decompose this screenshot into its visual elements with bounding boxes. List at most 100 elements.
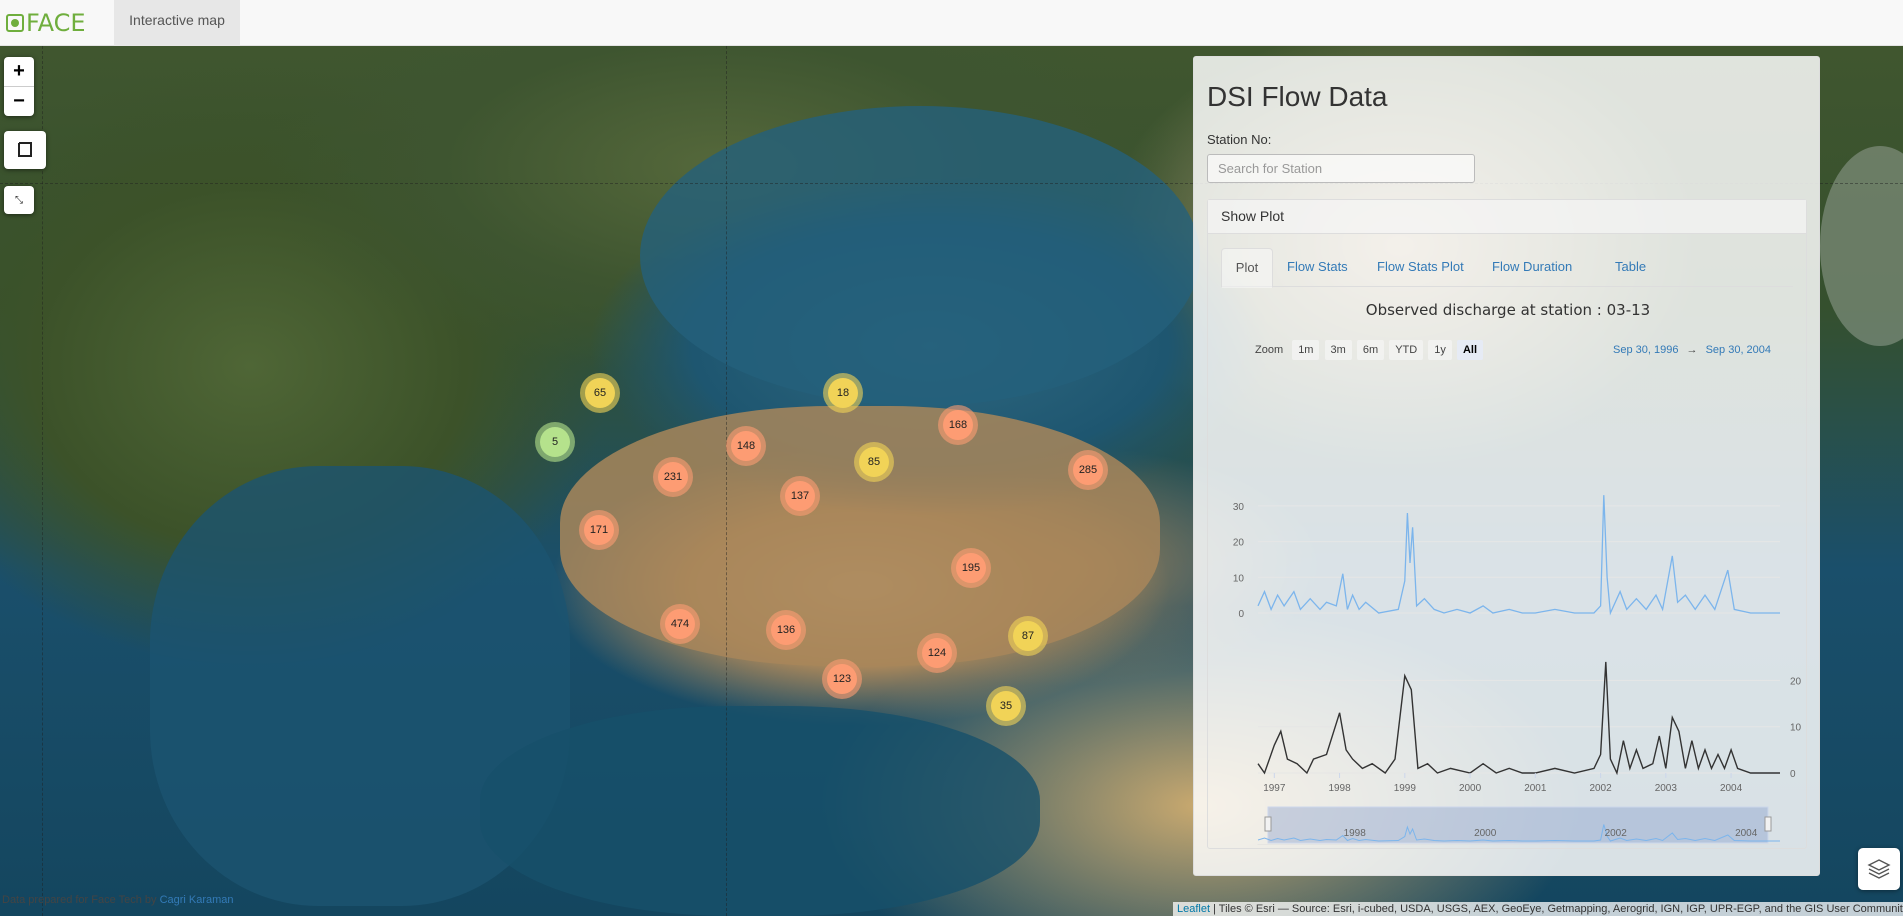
range-button-ytd[interactable]: YTD xyxy=(1389,340,1424,360)
marker-cluster[interactable]: 65 xyxy=(580,373,620,413)
y-tick-label: 20 xyxy=(1233,538,1245,549)
zoom-control: + − xyxy=(4,57,34,116)
caspian-land xyxy=(1820,146,1903,346)
monthly-mean-series-line xyxy=(1257,661,1780,776)
marker-cluster[interactable]: 85 xyxy=(854,442,894,482)
marker-cluster-count: 123 xyxy=(827,664,857,694)
marker-cluster[interactable]: 168 xyxy=(938,405,978,445)
marker-cluster-count: 5 xyxy=(540,427,570,457)
show-plot-header[interactable]: Show Plot xyxy=(1208,200,1806,234)
tab-table[interactable]: Table xyxy=(1615,248,1646,286)
range-button-1y[interactable]: 1y xyxy=(1428,340,1452,360)
range-button-1m[interactable]: 1m xyxy=(1292,340,1320,360)
y-tick-label: 10 xyxy=(1233,573,1245,584)
marker-cluster-count: 195 xyxy=(956,553,986,583)
marker-cluster-count: 231 xyxy=(658,462,688,492)
zoom-out-button[interactable]: − xyxy=(4,86,34,116)
mediterranean-sea xyxy=(480,706,1040,916)
layers-control[interactable] xyxy=(1858,848,1900,890)
attribution-text: | Tiles © Esri — Source: Esri, i-cubed, … xyxy=(1210,903,1903,915)
black-sea xyxy=(640,106,1200,406)
navigator-label: 2002 xyxy=(1605,828,1628,839)
map-attribution: Leaflet | Tiles © Esri — Source: Esri, i… xyxy=(1173,902,1903,916)
range-button-3m[interactable]: 3m xyxy=(1324,340,1352,360)
range-from-input[interactable]: Sep 30, 1996 xyxy=(1613,344,1678,356)
y-tick-label: 30 xyxy=(1233,502,1245,513)
marker-cluster[interactable]: 124 xyxy=(917,633,957,673)
chart-title: Observed discharge at station : 03-13 xyxy=(1365,301,1651,319)
marker-cluster[interactable]: 136 xyxy=(766,610,806,650)
y-tick-label: 10 xyxy=(1790,723,1802,734)
fullscreen-button[interactable]: ⤡ xyxy=(4,186,34,214)
panel-title: DSI Flow Data xyxy=(1207,81,1388,112)
y-tick-label: 0 xyxy=(1238,609,1244,620)
tab-flow-duration[interactable]: Flow Duration xyxy=(1492,248,1572,286)
range-button-all[interactable]: All xyxy=(1456,340,1484,360)
range-button-6m[interactable]: 6m xyxy=(1356,340,1385,360)
x-tick-label: 2004 xyxy=(1720,783,1743,794)
marker-cluster-count: 136 xyxy=(771,615,801,645)
credit-author-link[interactable]: Cagri Karaman xyxy=(160,894,234,906)
square-icon xyxy=(18,142,32,157)
marker-cluster[interactable]: 171 xyxy=(579,510,619,550)
discharge-chart[interactable]: 0 10 20 30 0 10 20 1997 1998 1999 2000 2001 2002 2003… xyxy=(1208,365,1806,845)
graticule-line xyxy=(42,46,43,916)
marker-cluster[interactable]: 137 xyxy=(780,476,820,516)
marker-cluster-count: 168 xyxy=(943,410,973,440)
daily-mean-series-line xyxy=(1257,495,1780,616)
marker-cluster[interactable]: 148 xyxy=(726,426,766,466)
marker-cluster-count: 148 xyxy=(731,431,761,461)
marker-cluster-count: 124 xyxy=(922,638,952,668)
face-logo-icon xyxy=(6,14,24,32)
leaflet-link[interactable]: Leaflet xyxy=(1177,903,1210,915)
marker-cluster-count: 137 xyxy=(785,481,815,511)
y-tick-label: 20 xyxy=(1790,676,1802,687)
marker-cluster[interactable]: 231 xyxy=(653,457,693,497)
tab-flow-stats-plot[interactable]: Flow Stats Plot xyxy=(1377,248,1464,286)
brand-name: FACE xyxy=(26,9,86,37)
x-tick-label: 1999 xyxy=(1394,783,1417,794)
collapse-icon: ⤡ xyxy=(15,194,23,206)
layers-icon xyxy=(1867,859,1891,879)
marker-cluster-count: 18 xyxy=(828,378,858,408)
navigator-handle-left xyxy=(1264,816,1272,832)
marker-cluster-count: 474 xyxy=(665,609,695,639)
range-input: Sep 30, 1996 → Sep 30, 2004 xyxy=(1613,340,1771,360)
range-dash: → xyxy=(1686,344,1698,356)
marker-cluster[interactable]: 285 xyxy=(1068,450,1108,490)
marker-cluster-count: 65 xyxy=(585,378,615,408)
marker-cluster-count: 87 xyxy=(1013,621,1043,651)
zoom-in-button[interactable]: + xyxy=(4,57,34,86)
navigator-label: 2000 xyxy=(1474,828,1497,839)
x-tick-label: 2002 xyxy=(1589,783,1612,794)
x-tick-label: 1997 xyxy=(1263,783,1286,794)
marker-cluster[interactable]: 123 xyxy=(822,659,862,699)
tab-plot[interactable]: Plot xyxy=(1221,248,1273,288)
map-credit: Data prepared for Face Tech by Cagri Kar… xyxy=(2,894,234,906)
marker-cluster[interactable]: 474 xyxy=(660,604,700,644)
y-tick-label: 0 xyxy=(1790,769,1796,780)
marker-cluster[interactable]: 87 xyxy=(1008,616,1048,656)
x-tick-label: 1998 xyxy=(1328,783,1351,794)
station-label: Station No: xyxy=(1207,132,1272,147)
x-tick-label: 2001 xyxy=(1524,783,1547,794)
marker-cluster[interactable]: 195 xyxy=(951,548,991,588)
marker-cluster[interactable]: 5 xyxy=(535,422,575,462)
marker-cluster[interactable]: 35 xyxy=(986,686,1026,726)
marker-cluster-count: 285 xyxy=(1073,455,1103,485)
top-navbar: FACE Interactive map xyxy=(0,0,1903,46)
draw-rectangle-button[interactable] xyxy=(4,131,46,169)
station-search-input[interactable]: Search for Station xyxy=(1207,154,1475,183)
range-selector: Zoom 1m 3m 6m YTD 1y All xyxy=(1255,340,1485,360)
marker-cluster[interactable]: 18 xyxy=(823,373,863,413)
nav-tab-interactive-map[interactable]: Interactive map xyxy=(114,0,240,46)
graticule-line xyxy=(726,46,727,916)
navigator-label: 2004 xyxy=(1735,828,1758,839)
x-tick-label: 2000 xyxy=(1459,783,1482,794)
face-logo[interactable]: FACE xyxy=(6,9,86,37)
marker-cluster-count: 35 xyxy=(991,691,1021,721)
x-tick-label: 2003 xyxy=(1655,783,1678,794)
show-plot-panel: Show Plot Plot Flow Stats Flow Stats Plo… xyxy=(1207,199,1807,849)
tab-flow-stats[interactable]: Flow Stats xyxy=(1287,248,1348,286)
range-to-input[interactable]: Sep 30, 2004 xyxy=(1706,344,1771,356)
